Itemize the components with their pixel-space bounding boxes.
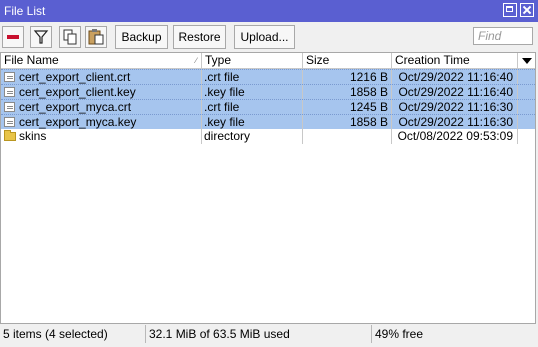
status-free-space: 49% free xyxy=(375,327,424,341)
paste-button[interactable] xyxy=(85,26,107,48)
table-row[interactable]: cert_export_client.key .key file 1858 B … xyxy=(1,84,535,100)
file-name: cert_export_myca.key xyxy=(19,115,137,129)
file-size: 1216 B xyxy=(349,70,388,84)
file-type: .key file xyxy=(204,85,245,99)
column-header-type[interactable]: Type xyxy=(202,53,303,68)
file-name: skins xyxy=(19,129,47,143)
file-type: directory xyxy=(204,129,251,143)
toolbar: Backup Restore Upload... xyxy=(0,22,538,52)
column-header-name[interactable]: File Name ∕ xyxy=(1,53,202,68)
copy-button[interactable] xyxy=(59,26,81,48)
maximize-icon[interactable] xyxy=(503,3,517,17)
file-size: 1245 B xyxy=(349,100,388,114)
file-type: .key file xyxy=(204,115,245,129)
copy-icon xyxy=(63,29,77,45)
table-row[interactable]: cert_export_myca.key .key file 1858 B Oc… xyxy=(1,114,535,130)
column-menu-icon[interactable] xyxy=(518,53,535,68)
column-header-name-label: File Name xyxy=(4,53,59,67)
table-row[interactable]: skins directory Oct/08/2022 09:53:09 xyxy=(1,129,535,144)
file-name: cert_export_myca.crt xyxy=(19,100,132,114)
file-name: cert_export_client.crt xyxy=(19,70,131,84)
file-type: .crt file xyxy=(204,70,240,84)
filter-icon xyxy=(33,30,49,44)
paste-icon xyxy=(88,29,104,45)
window-title: File List xyxy=(4,4,46,18)
filter-button[interactable] xyxy=(30,26,52,48)
upload-button[interactable]: Upload... xyxy=(234,25,295,49)
find-input[interactable] xyxy=(473,27,533,45)
file-list-window: File List Backup Restore Upload... Find … xyxy=(0,0,538,347)
table-row[interactable]: cert_export_myca.crt .crt file 1245 B Oc… xyxy=(1,99,535,115)
file-table: File Name ∕ Type Size Creation Time cert… xyxy=(0,52,536,324)
status-item-count: 5 items (4 selected) xyxy=(0,325,146,343)
creation-time: Oct/08/2022 09:53:09 xyxy=(397,129,513,143)
creation-time: Oct/29/2022 11:16:40 xyxy=(398,70,513,84)
sort-icon: ∕ xyxy=(195,56,197,65)
column-header-time[interactable]: Creation Time xyxy=(392,53,518,68)
remove-icon xyxy=(7,35,19,39)
table-row[interactable]: cert_export_client.crt .crt file 1216 B … xyxy=(1,69,535,85)
creation-time: Oct/29/2022 11:16:40 xyxy=(398,85,513,99)
file-size: 1858 B xyxy=(349,115,388,129)
file-size: 1858 B xyxy=(349,85,388,99)
status-disk-usage: 32.1 MiB of 63.5 MiB used xyxy=(146,325,372,343)
table-header: File Name ∕ Type Size Creation Time xyxy=(1,53,535,69)
file-type: .crt file xyxy=(204,100,240,114)
creation-time: Oct/29/2022 11:16:30 xyxy=(398,115,513,129)
column-header-size[interactable]: Size xyxy=(303,53,392,68)
backup-button[interactable]: Backup xyxy=(115,25,168,49)
close-icon[interactable] xyxy=(520,3,534,17)
creation-time: Oct/29/2022 11:16:30 xyxy=(398,100,513,114)
file-name: cert_export_client.key xyxy=(19,85,136,99)
title-bar[interactable]: File List xyxy=(0,0,538,22)
status-bar: 5 items (4 selected) 32.1 MiB of 63.5 Mi… xyxy=(0,324,538,344)
remove-button[interactable] xyxy=(2,26,24,48)
table-body: cert_export_client.crt .crt file 1216 B … xyxy=(1,69,535,144)
restore-button[interactable]: Restore xyxy=(173,25,226,49)
file-size xyxy=(303,129,391,144)
